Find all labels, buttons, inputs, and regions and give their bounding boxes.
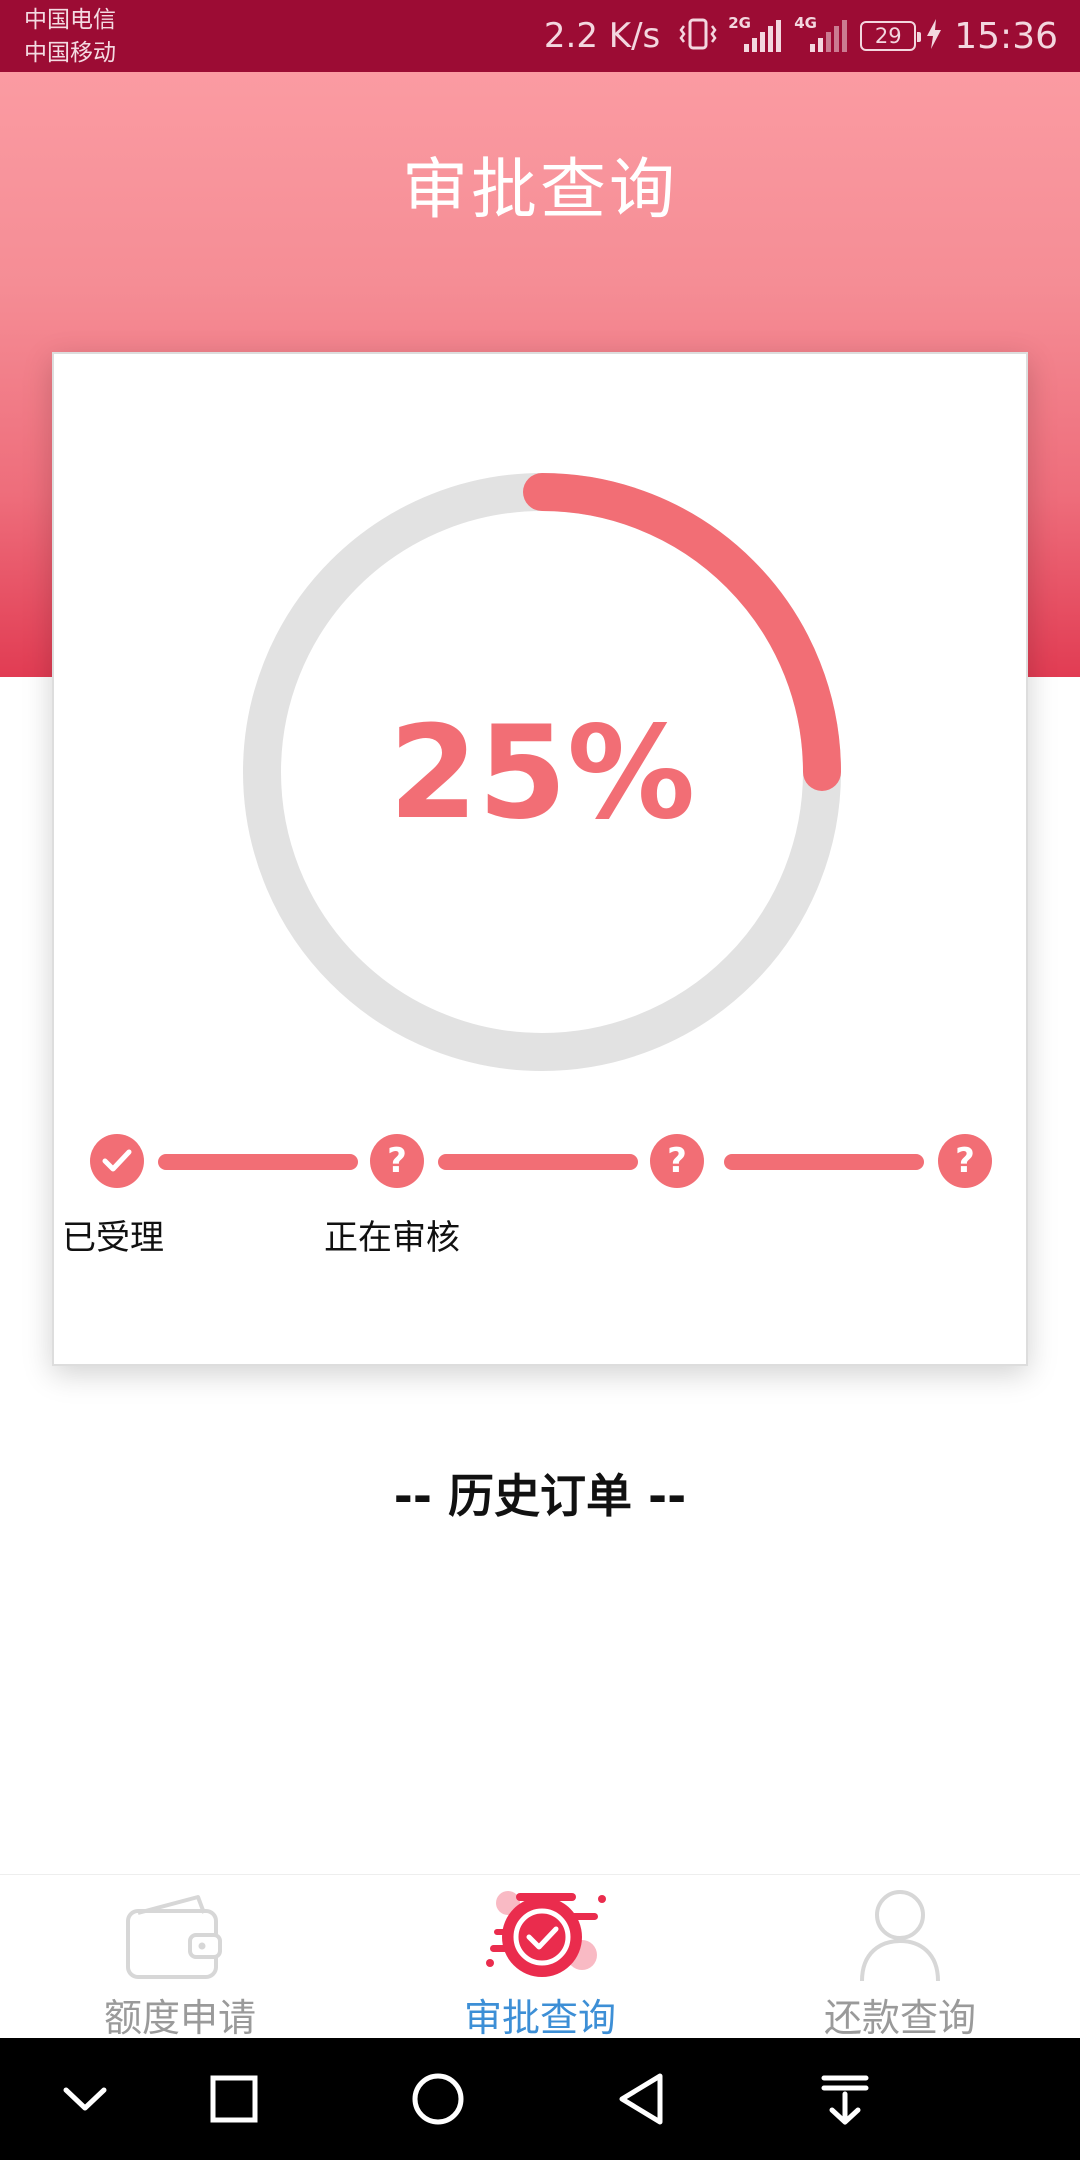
step-2-label: 正在审核 — [324, 1218, 460, 1258]
signal-4g-icon: 4G — [794, 14, 850, 56]
tab-repayment-query-label: 还款查询 — [823, 1996, 976, 2040]
progress-card: 25% ? ? ? 已受理 正在审核 — [52, 352, 1028, 1366]
history-orders-title: -- 历史订单 -- — [393, 1469, 687, 1523]
person-icon — [860, 1890, 940, 1982]
tab-approval-query-label: 审批查询 — [463, 1996, 616, 2040]
notification-pulldown-icon[interactable] — [810, 2064, 880, 2134]
step-1-label: 已受理 — [62, 1218, 164, 1258]
carrier-secondary: 中国移动 — [24, 40, 116, 66]
step-4-question-icon: ? — [938, 1134, 992, 1188]
bottom-tab-bar: 额度申请 审批查询 还款查询 — [0, 1874, 1080, 2040]
step-2-question-icon: ? — [370, 1134, 424, 1188]
step-1-check-icon — [90, 1134, 144, 1188]
tab-approval-query[interactable]: 审批查询 — [360, 1875, 720, 2040]
home-circle-icon[interactable] — [403, 2064, 473, 2134]
status-bar: 中国电信 中国移动 2.2 K/s 2G 4G 29 15:36 — [0, 0, 1080, 72]
carrier-primary: 中国电信 — [24, 7, 116, 33]
signal-2g-icon: 2G — [728, 14, 784, 56]
back-triangle-icon[interactable] — [608, 2064, 678, 2134]
collapse-chevron-icon[interactable] — [50, 2064, 120, 2134]
navigation-bar — [0, 2038, 1080, 2160]
step-3-question-icon: ? — [650, 1134, 704, 1188]
recents-square-icon[interactable] — [199, 2064, 269, 2134]
screen: 中国电信 中国移动 2.2 K/s 2G 4G 29 15:36 审批查询 25… — [0, 0, 1080, 2160]
progress-percent: 25% — [388, 699, 696, 848]
step-indicator: ? ? ? 已受理 正在审核 — [54, 1130, 1030, 1258]
step-connector-3 — [724, 1154, 924, 1170]
page-title: 审批查询 — [402, 151, 678, 228]
wallet-icon — [126, 1895, 222, 1979]
step-connector-2 — [438, 1154, 638, 1170]
approval-check-icon — [486, 1891, 606, 1977]
tab-quota-apply-label: 额度申请 — [103, 1996, 256, 2040]
vibrate-icon — [678, 17, 718, 55]
network-speed: 2.2 K/s — [543, 16, 661, 56]
step-connector-1 — [158, 1154, 358, 1170]
charging-icon — [926, 19, 942, 53]
status-time: 15:36 — [954, 15, 1058, 57]
tab-repayment-query[interactable]: 还款查询 — [720, 1875, 1080, 2040]
tab-quota-apply[interactable]: 额度申请 — [0, 1875, 360, 2040]
battery-icon: 29 — [860, 21, 922, 51]
